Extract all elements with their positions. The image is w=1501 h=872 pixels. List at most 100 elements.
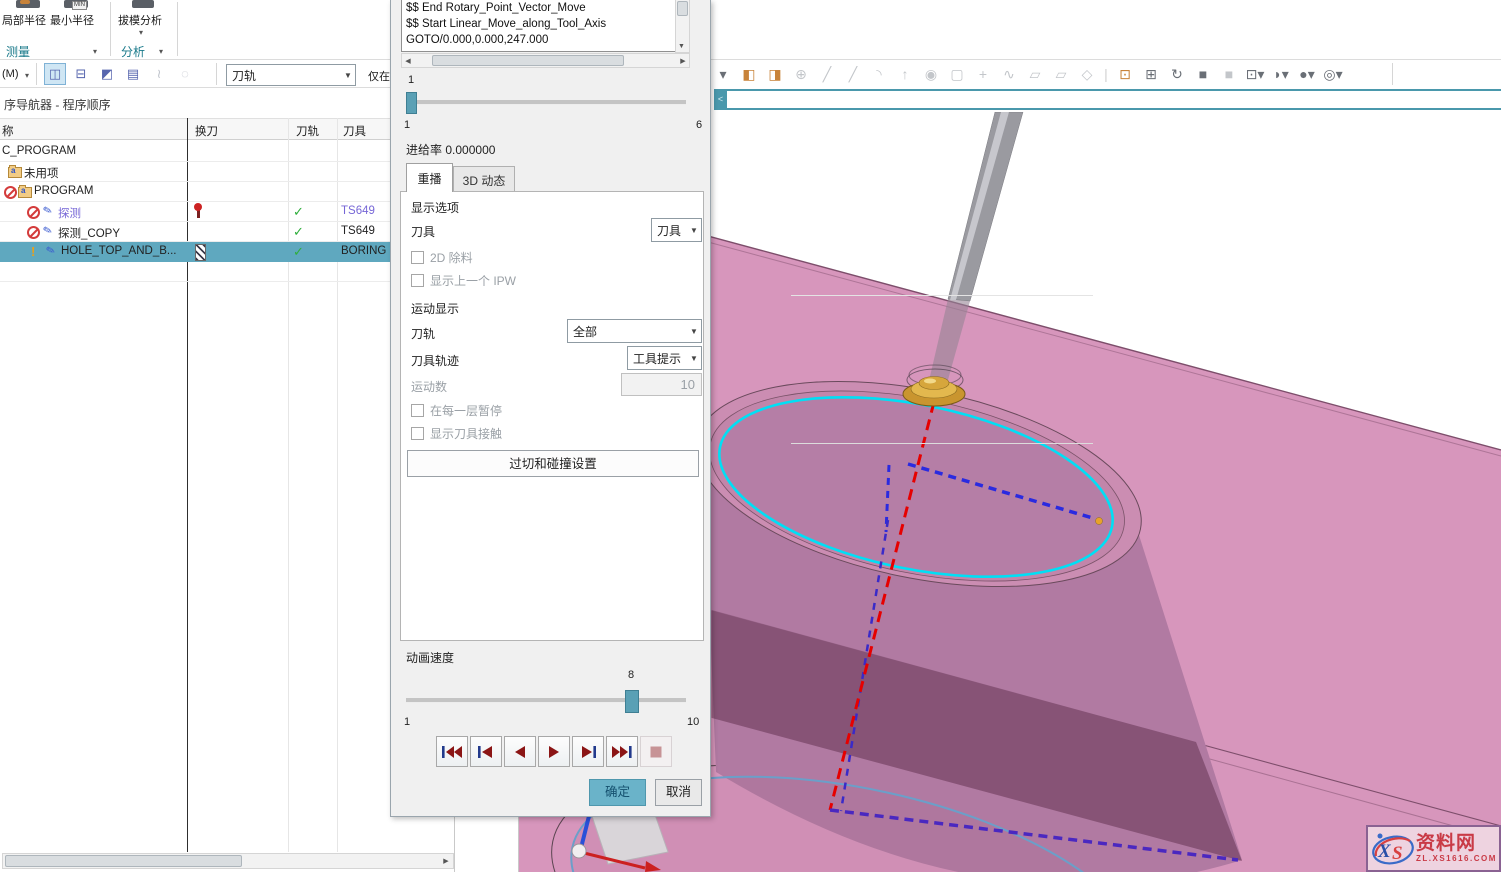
hscroll-right-arrow-icon[interactable]: ▶ [441,857,451,865]
progress-slider[interactable] [406,100,686,105]
hscroll-right-arrow-icon[interactable]: ▶ [679,57,687,65]
fit-window-icon[interactable]: ⊡▾ [1244,63,1266,85]
geometry-view-icon[interactable]: ◩ [96,63,118,85]
menu-caret-icon[interactable]: ▾ [25,71,29,80]
step-back-button[interactable] [470,736,502,767]
table-row[interactable]: ✎ 探测 ✓ TS649 [0,202,455,222]
program-order-view-icon[interactable]: ◫ [44,63,66,85]
hscroll-thumb[interactable] [5,855,242,867]
analysis-group-label[interactable]: 分析 [121,43,145,60]
shaded-cube-icon[interactable]: ■ [1192,63,1214,85]
draft-analysis-caret-icon[interactable]: ▾ [139,28,143,37]
motion-count-field[interactable]: 10 [621,373,702,396]
go-to-end-button[interactable] [606,736,638,767]
datum-axis-icon[interactable]: ↑ [894,63,916,85]
pan-view-icon[interactable]: ⊞ [1140,63,1162,85]
plus-icon[interactable]: + [972,63,994,85]
show-tool-contact-checkbox[interactable]: 显示刀具接触 [411,425,502,442]
draft-analysis-button[interactable]: 拔模分析 [118,12,162,28]
tool-display-combo[interactable]: 刀具▼ [651,218,702,242]
cube-gear-icon[interactable]: ■ [1218,63,1240,85]
arc-icon[interactable]: ◝ [868,63,890,85]
column-path[interactable]: 刀轨 [296,123,319,139]
show-last-ipw-checkbox[interactable]: 显示上一个 IPW [411,272,516,289]
point-dialog-icon[interactable]: ⊕ [790,63,812,85]
speed-slider[interactable] [406,698,686,703]
table-row[interactable]: ✎ 探测_COPY ✓ TS649 [0,222,455,242]
hscroll-left-arrow-icon[interactable]: ◀ [404,57,412,65]
combo-caret-icon[interactable]: ▼ [687,226,701,235]
tool-trace-combo[interactable]: 工具提示▼ [627,346,702,370]
motion-display-section: 运动显示 [411,300,459,317]
stop-button[interactable] [640,736,672,767]
table-row[interactable]: C_PROGRAM [0,142,455,162]
play-button[interactable] [538,736,570,767]
column-toolchange[interactable]: 换刀 [195,123,218,139]
analysis-group-caret-icon[interactable]: ▾ [159,47,163,56]
checkbox-icon[interactable] [411,251,424,264]
gcode-listing[interactable]: $$ End Rotary_Point_Vector_Move $$ Start… [401,0,688,52]
rotate-view-icon[interactable]: ↻ [1166,63,1188,85]
2d-material-removal-checkbox[interactable]: 2D 除料 [411,249,473,266]
checkbox-icon[interactable] [411,404,424,417]
operation-icon: ✎ [41,223,53,238]
checkbox-icon[interactable] [411,427,424,440]
machining-method-view-icon[interactable]: ▤ [122,63,144,85]
column-tool[interactable]: 刀具 [343,123,366,139]
progress-slider-thumb[interactable] [406,92,417,114]
toolpath-combo[interactable]: 全部▼ [567,319,702,343]
tab-replay[interactable]: 重播 [406,163,453,192]
speed-slider-thumb[interactable] [625,690,639,713]
sheet-body-icon[interactable]: ▱ [1024,63,1046,85]
tab-3d-dynamic[interactable]: 3D 动态 [453,166,515,192]
navigator-hscrollbar[interactable]: ▶ [2,853,454,869]
table-row-selected[interactable]: ! ✎ HOLE_TOP_AND_B... ✓ BORING [0,242,455,262]
section-view-icon[interactable]: ◧ [738,63,760,85]
table-row[interactable]: 未用项 [0,162,455,182]
cancel-button[interactable]: 取消 [655,779,702,806]
step-forward-button[interactable] [572,736,604,767]
min-radius-button[interactable]: 最小半径 [50,12,94,28]
vscroll-down-arrow-icon[interactable]: ▼ [676,43,687,50]
show-and-hide-icon[interactable]: ◎▾ [1322,63,1344,85]
line-icon[interactable]: ╱ [816,63,838,85]
gouge-collision-settings-button[interactable]: 过切和碰撞设置 [407,450,699,477]
measure-group-label[interactable]: 测量 [6,43,30,60]
checkbox-icon[interactable] [411,274,424,287]
toolpath-visualize-dialog: $$ End Rotary_Point_Vector_Move $$ Start… [390,0,711,817]
solid-display-icon[interactable]: ●▾ [1296,63,1318,85]
cue-bar-collapse-button[interactable]: < [714,89,727,110]
menu-button[interactable]: (M) [2,68,19,80]
measure-group-caret-icon[interactable]: ▾ [93,47,97,56]
zoom-window-icon[interactable]: ⊡ [1114,63,1136,85]
play-reverse-button[interactable] [504,736,536,767]
hscroll-thumb[interactable] [432,55,624,66]
local-radius-button[interactable]: 局部半径 [2,12,46,28]
spline-icon[interactable]: ∿ [998,63,1020,85]
edit-section-icon[interactable]: ◨ [764,63,786,85]
column-name[interactable]: 称 [2,123,14,139]
check-icon: ✓ [293,224,304,240]
ok-button[interactable]: 确定 [589,779,646,806]
point-on-curve-icon[interactable]: ◉ [920,63,942,85]
find-feature-icon[interactable]: ≀ [148,63,170,85]
shaded-with-edges-icon[interactable]: ◗▾ [1270,63,1292,85]
combo-caret-icon[interactable]: ▼ [341,71,355,80]
line-point-icon[interactable]: ╱ [842,63,864,85]
sheet-gear-icon[interactable]: ▱ [1050,63,1072,85]
listing-hscrollbar[interactable]: ◀ ▶ [401,53,690,68]
vscroll-thumb[interactable] [677,1,688,16]
rounded-rectangle-icon[interactable]: ▢ [946,63,968,85]
pattern-diamond-icon[interactable]: ◇ [1076,63,1098,85]
overflow-caret-icon[interactable]: ▾ [712,63,734,85]
machine-tool-view-icon[interactable]: ⊟ [70,63,92,85]
draft-analysis-icon[interactable] [132,0,154,8]
listing-vscrollbar[interactable]: ▼ [675,0,690,53]
combo-caret-icon[interactable]: ▼ [687,354,701,363]
go-to-start-button[interactable] [436,736,468,767]
table-row[interactable]: PROGRAM [0,182,455,202]
pause-each-level-checkbox[interactable]: 在每一层暂停 [411,402,502,419]
search-object-icon[interactable]: ◌ [174,63,196,85]
combo-caret-icon[interactable]: ▼ [687,327,701,336]
toolpath-filter-combo[interactable]: 刀轨 ▼ [226,64,356,86]
